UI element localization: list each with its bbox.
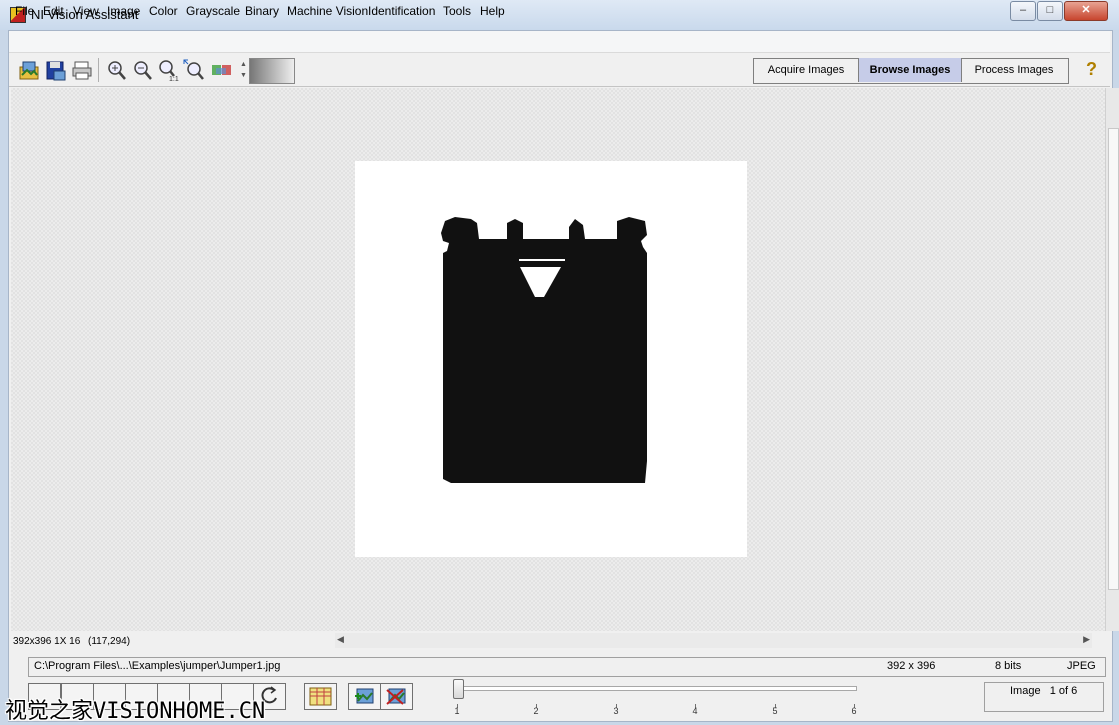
jumper-image: [355, 161, 747, 557]
image-grid-icon[interactable]: [304, 683, 337, 710]
zoom-1to1-icon[interactable]: 1:1: [155, 57, 182, 84]
horizontal-scrollbar[interactable]: ◀ ▶: [335, 633, 1092, 648]
zoom-fit-icon[interactable]: [181, 57, 208, 84]
image-bit-depth: 8 bits: [995, 660, 1022, 672]
menu-edit[interactable]: Edit: [43, 4, 64, 18]
close-button[interactable]: ✕: [1064, 1, 1108, 21]
slider-tick-label: 6: [851, 706, 857, 716]
image-dimensions-status: 392x396 1X 16: [13, 636, 81, 647]
zoom-in-icon[interactable]: [103, 57, 130, 84]
menu-file[interactable]: File: [15, 4, 34, 18]
image-slider-track[interactable]: [460, 686, 857, 691]
save-image-icon[interactable]: [42, 57, 69, 84]
image-count: Image 1 of 6: [1010, 685, 1078, 697]
slider-tick-label: 1: [454, 706, 460, 716]
slider-tick-label: 5: [772, 706, 778, 716]
add-image-icon[interactable]: [348, 683, 381, 710]
menu-color[interactable]: Color: [149, 4, 178, 18]
grayscale-palette-swatch[interactable]: [249, 58, 295, 84]
maximize-button[interactable]: □: [1037, 1, 1063, 21]
remove-image-icon[interactable]: [380, 683, 413, 710]
svg-text:1:1: 1:1: [169, 76, 179, 83]
toolbar-separator: [98, 58, 99, 82]
vertical-scrollbar[interactable]: [1105, 88, 1119, 631]
menu-machine-vision[interactable]: Machine Vision: [287, 4, 368, 18]
slider-tick-label: 2: [533, 706, 539, 716]
menu-identification[interactable]: Identification: [368, 4, 435, 18]
menu-view[interactable]: View: [73, 4, 99, 18]
minimize-button[interactable]: –: [1010, 1, 1036, 21]
menu-binary[interactable]: Binary: [245, 4, 279, 18]
tab-process-images[interactable]: Process Images: [962, 58, 1066, 82]
slider-tick-label: 4: [692, 706, 698, 716]
tab-acquire-images[interactable]: Acquire Images: [754, 58, 859, 82]
palette-spinner[interactable]: ▲ ▼: [240, 59, 247, 81]
slider-tick-label: 3: [613, 706, 619, 716]
zoom-out-icon[interactable]: [129, 57, 156, 84]
image-palette-icon[interactable]: [208, 57, 235, 84]
menu-tools[interactable]: Tools: [443, 4, 471, 18]
menu-grayscale[interactable]: Grayscale: [186, 4, 240, 18]
image-size: 392 x 396: [887, 660, 936, 672]
menu-help[interactable]: Help: [480, 4, 505, 18]
image-path: C:\Program Files\...\Examples\jumper\Jum…: [34, 660, 281, 672]
cursor-coordinates: (117,294): [88, 636, 131, 647]
watermark-text: 视觉之家VISIONHOME.CN: [5, 699, 266, 724]
open-image-icon[interactable]: [16, 57, 43, 84]
tab-browse-images[interactable]: Browse Images: [859, 58, 962, 82]
menu-bar: [9, 31, 1110, 53]
help-icon[interactable]: ?: [1079, 57, 1104, 82]
image-slider-thumb[interactable]: [453, 679, 464, 699]
print-icon[interactable]: [69, 57, 96, 84]
image-format: JPEG: [1067, 660, 1096, 672]
menu-image[interactable]: Image: [107, 4, 140, 18]
